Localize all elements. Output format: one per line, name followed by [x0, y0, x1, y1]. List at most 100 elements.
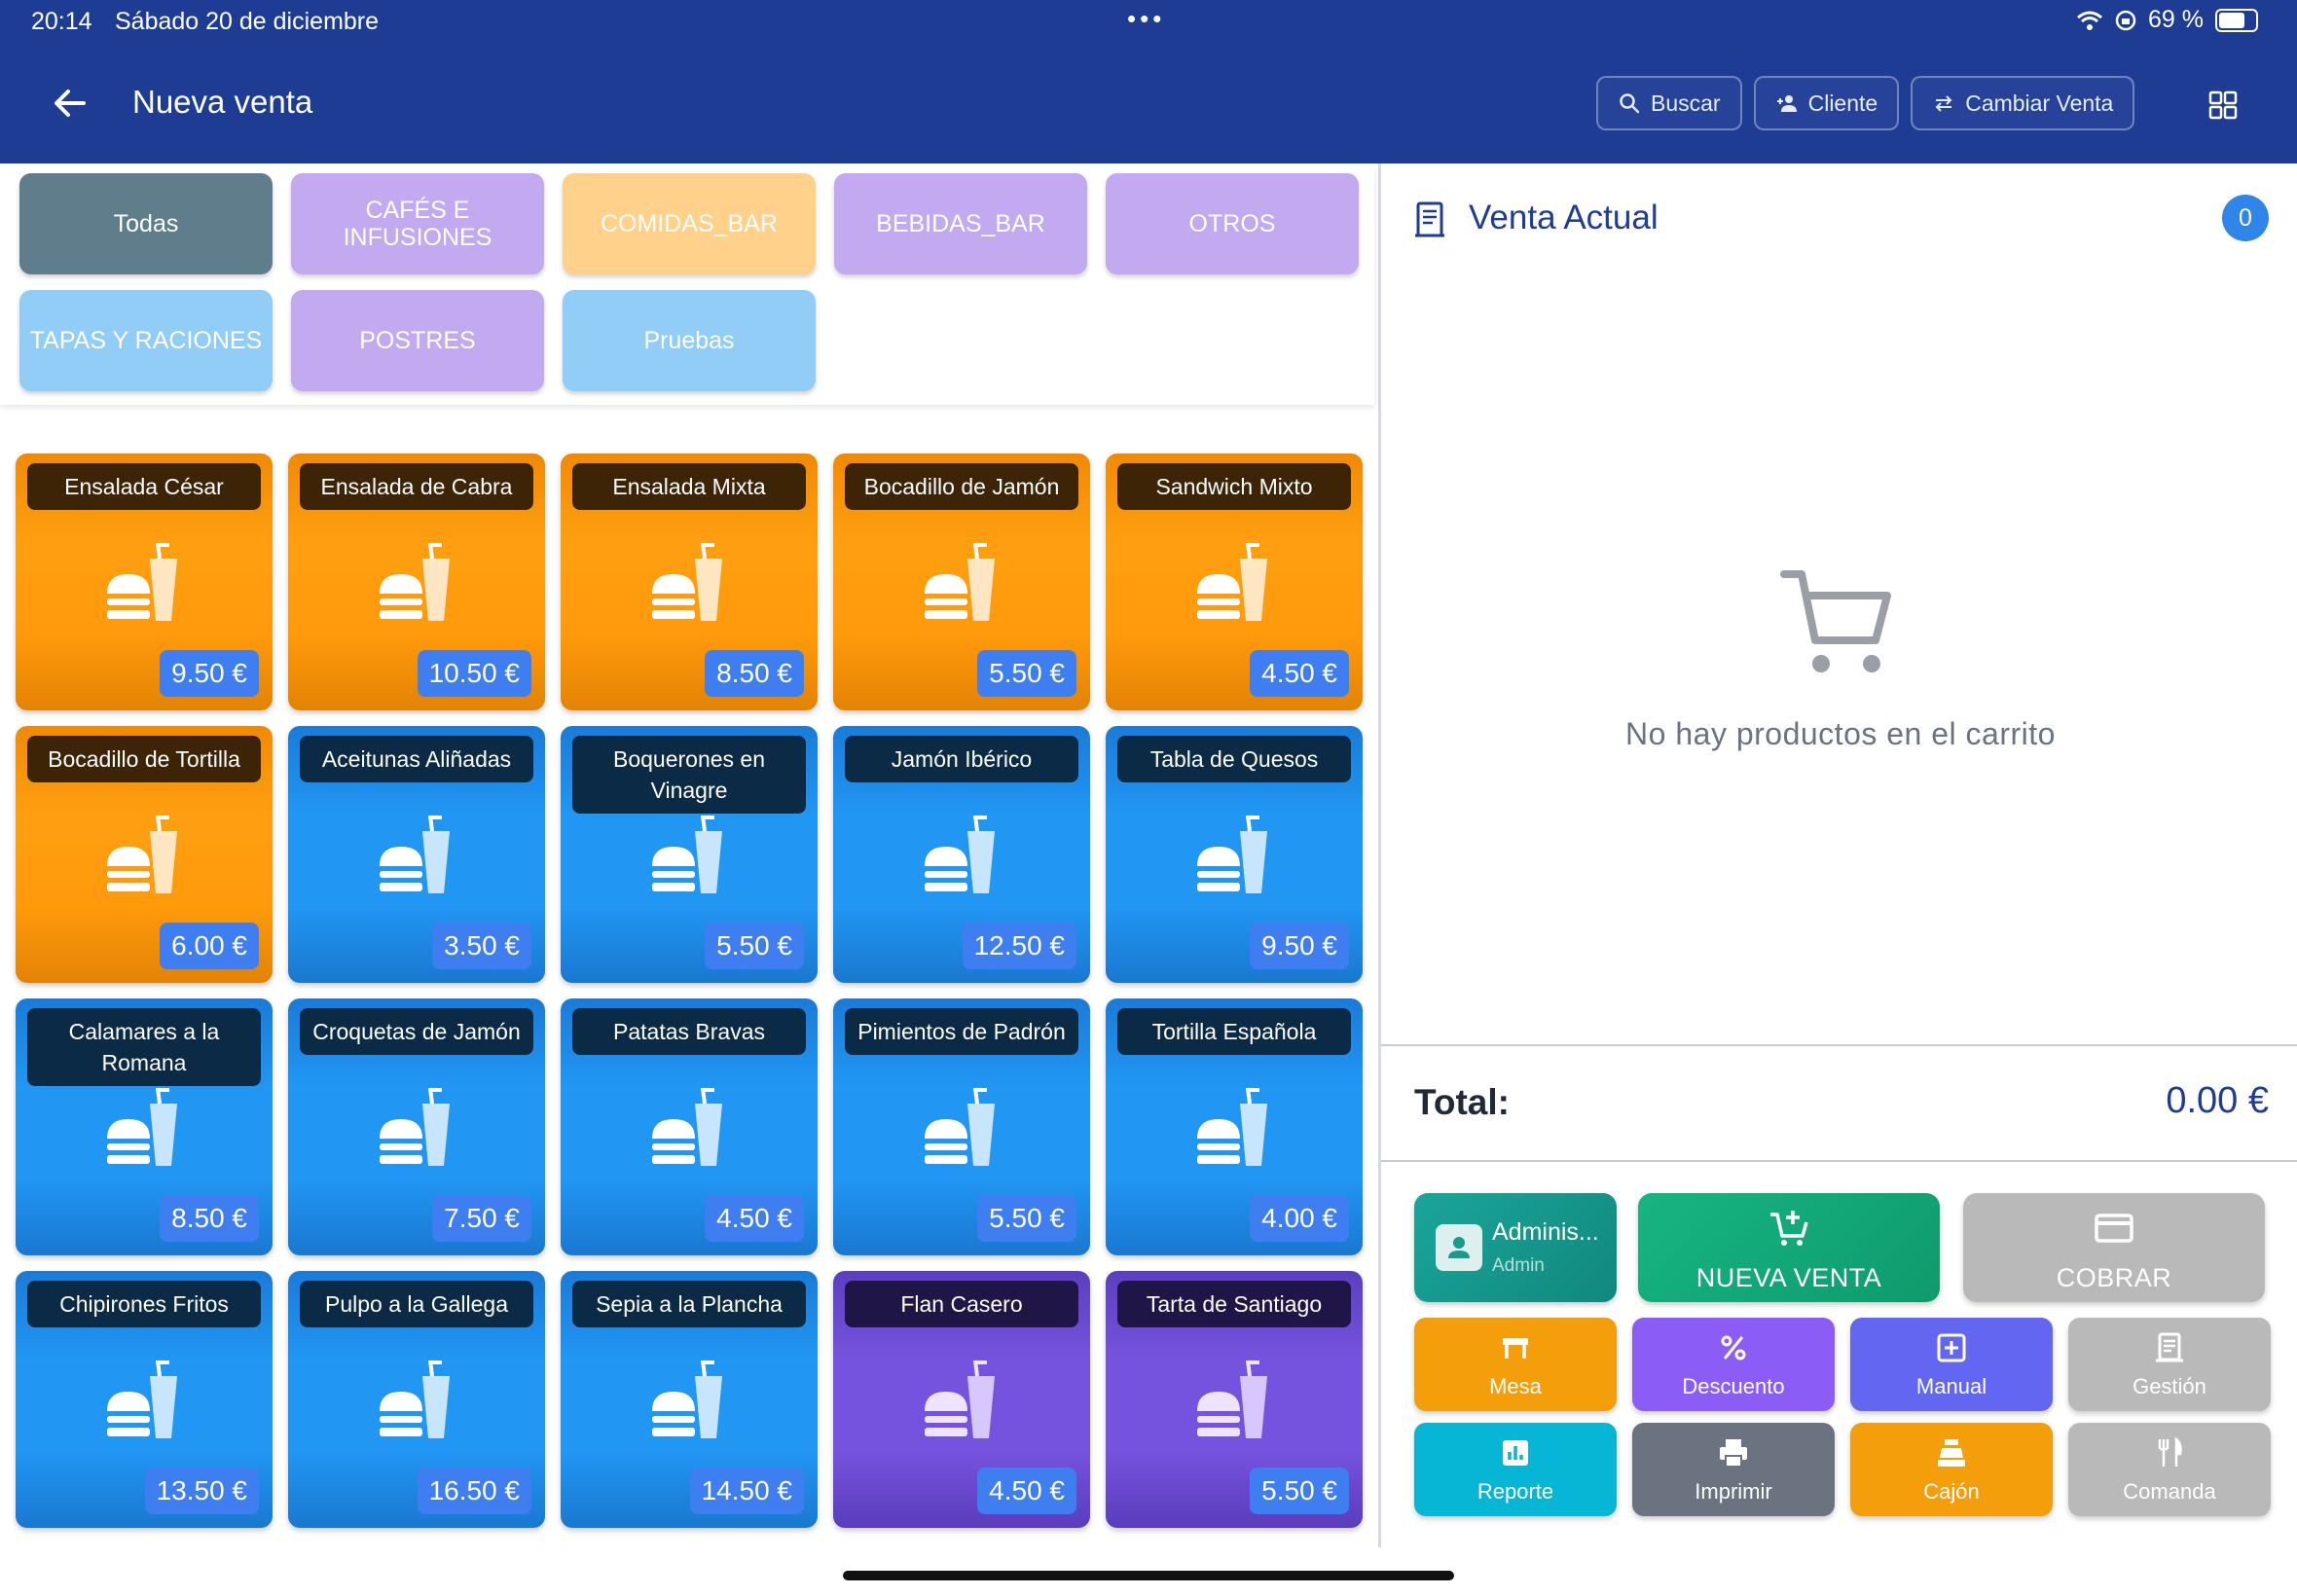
product-price: 13.50 €	[144, 1468, 259, 1514]
product-tile[interactable]: Calamares a la Romana 8.50 €	[16, 998, 273, 1255]
multitasking-dots[interactable]: •••	[1127, 4, 1165, 34]
product-name: Bocadillo de Jamón	[845, 463, 1078, 510]
add-person-icon	[1776, 95, 1797, 112]
product-price: 6.00 €	[160, 923, 259, 969]
product-name: Tabla de Quesos	[1117, 736, 1351, 782]
management-button[interactable]: Gestión	[2068, 1318, 2271, 1411]
new-sale-button[interactable]: NUEVA VENTA	[1638, 1193, 1940, 1302]
category-chip[interactable]: CAFÉS E INFUSIONES	[291, 173, 544, 274]
product-area: 3.20 €2.80 €18.50 €28.00 €15.50 €Ensalad…	[0, 163, 1374, 1596]
client-button-label: Cliente	[1807, 90, 1878, 116]
product-tile[interactable]: Tabla de Quesos 9.50 €	[1106, 726, 1363, 983]
product-price: 14.50 €	[689, 1468, 804, 1514]
discount-label: Descuento	[1682, 1374, 1785, 1398]
table-button[interactable]: Mesa	[1414, 1318, 1617, 1411]
product-price: 8.50 €	[705, 650, 804, 697]
search-button[interactable]: Buscar	[1596, 76, 1742, 130]
cash-drawer-label: Cajón	[1923, 1479, 1980, 1504]
user-avatar-icon	[1436, 1224, 1482, 1271]
product-price: 3.50 €	[432, 923, 531, 969]
product-name: Bocadillo de Tortilla	[27, 736, 261, 782]
product-tile[interactable]: Pimientos de Padrón 5.50 €	[833, 998, 1090, 1255]
product-name: Pimientos de Padrón	[845, 1008, 1078, 1055]
header-actions: Buscar Cliente Cambiar Venta	[1596, 76, 2135, 130]
product-tile[interactable]: Chipirones Fritos 13.50 €	[16, 1271, 273, 1528]
user-selector[interactable]: Adminis... Admin	[1414, 1193, 1617, 1302]
product-price: 5.50 €	[705, 923, 804, 969]
cart-icon	[1780, 570, 1891, 672]
printer-icon	[1720, 1439, 1747, 1468]
product-name: Sepia a la Plancha	[572, 1281, 806, 1327]
product-name: Boquerones en Vinagre	[572, 736, 806, 814]
change-sale-button[interactable]: Cambiar Venta	[1911, 76, 2135, 130]
user-name: Adminis...	[1492, 1218, 1599, 1246]
product-tile[interactable]: Ensalada César 9.50 €	[16, 453, 273, 710]
product-tile[interactable]: Croquetas de Jamón 7.50 €	[288, 998, 545, 1255]
product-tile[interactable]: Bocadillo de Jamón 5.50 €	[833, 453, 1090, 710]
product-name: Sandwich Mixto	[1117, 463, 1351, 510]
product-price: 5.50 €	[977, 650, 1076, 697]
product-name: Flan Casero	[845, 1281, 1078, 1327]
product-price: 5.50 €	[977, 1195, 1076, 1242]
manual-label: Manual	[1915, 1374, 1987, 1398]
print-button[interactable]: Imprimir	[1632, 1423, 1835, 1516]
user-role: Admin	[1492, 1255, 1545, 1276]
fast-food-icon	[372, 812, 461, 901]
product-tile[interactable]: Sepia a la Plancha 14.50 €	[561, 1271, 818, 1528]
product-tile[interactable]: Ensalada de Cabra 10.50 €	[288, 453, 545, 710]
add-box-icon	[1937, 1333, 1966, 1362]
fast-food-icon	[644, 539, 734, 629]
product-tile[interactable]: Tarta de Santiago 5.50 €	[1106, 1271, 1363, 1528]
product-price: 9.50 €	[1250, 923, 1349, 969]
percent-icon	[1721, 1335, 1746, 1360]
category-chip[interactable]: POSTRES	[291, 290, 544, 391]
search-button-label: Buscar	[1651, 90, 1721, 116]
product-tile[interactable]: Jamón Ibérico 12.50 €	[833, 726, 1090, 983]
back-arrow-icon[interactable]	[49, 82, 91, 125]
grid-view-icon[interactable]	[2207, 90, 2239, 121]
empty-cart-message: No hay productos en el carrito	[1625, 716, 2056, 751]
manual-button[interactable]: Manual	[1850, 1318, 2053, 1411]
fast-food-icon	[372, 539, 461, 629]
product-tile[interactable]: Bocadillo de Tortilla 6.00 €	[16, 726, 273, 983]
fast-food-icon	[99, 1084, 189, 1174]
category-chip[interactable]: COMIDAS_BAR	[563, 173, 816, 274]
status-time: 20:14	[31, 8, 92, 35]
product-tile[interactable]: Boquerones en Vinagre 5.50 €	[561, 726, 818, 983]
change-sale-button-label: Cambiar Venta	[1965, 90, 2114, 116]
cash-drawer-button[interactable]: Cajón	[1850, 1423, 2053, 1516]
client-button[interactable]: Cliente	[1753, 76, 1900, 130]
category-chip[interactable]: Pruebas	[563, 290, 816, 391]
category-chip[interactable]: TAPAS Y RACIONES	[19, 290, 273, 391]
product-tile[interactable]: Pulpo a la Gallega 16.50 €	[288, 1271, 545, 1528]
total-value: 0.00 €	[2166, 1080, 2269, 1121]
discount-button[interactable]: Descuento	[1632, 1318, 1835, 1411]
product-price: 10.50 €	[417, 650, 531, 697]
fast-food-icon	[1189, 539, 1279, 629]
charge-button[interactable]: COBRAR	[1963, 1193, 2265, 1302]
document-icon	[2156, 1332, 2183, 1362]
category-chip[interactable]: BEBIDAS_BAR	[834, 173, 1087, 274]
management-label: Gestión	[2133, 1374, 2206, 1398]
category-chip[interactable]: OTROS	[1106, 173, 1359, 274]
product-name: Tarta de Santiago	[1117, 1281, 1351, 1327]
product-tile[interactable]: Flan Casero 4.50 €	[833, 1271, 1090, 1528]
product-tile[interactable]: Aceitunas Aliñadas 3.50 €	[288, 726, 545, 983]
product-tile[interactable]: Ensalada Mixta 8.50 €	[561, 453, 818, 710]
product-name: Jamón Ibérico	[845, 736, 1078, 782]
fast-food-icon	[917, 1357, 1006, 1446]
orientation-lock-icon	[2115, 10, 2136, 30]
page-title: Nueva venta	[132, 84, 313, 120]
product-tile[interactable]: Patatas Bravas 4.50 €	[561, 998, 818, 1255]
category-chip[interactable]: Todas	[19, 173, 273, 274]
fast-food-icon	[917, 812, 1006, 901]
product-name: Ensalada de Cabra	[300, 463, 533, 510]
report-button[interactable]: Reporte	[1414, 1423, 1617, 1516]
kitchen-order-button[interactable]: Comanda	[2068, 1423, 2271, 1516]
fast-food-icon	[644, 812, 734, 901]
product-tile[interactable]: Sandwich Mixto 4.50 €	[1106, 453, 1363, 710]
fast-food-icon	[644, 1357, 734, 1446]
product-price: 12.50 €	[962, 923, 1076, 969]
product-name: Chipirones Fritos	[27, 1281, 261, 1327]
product-tile[interactable]: Tortilla Española 4.00 €	[1106, 998, 1363, 1255]
